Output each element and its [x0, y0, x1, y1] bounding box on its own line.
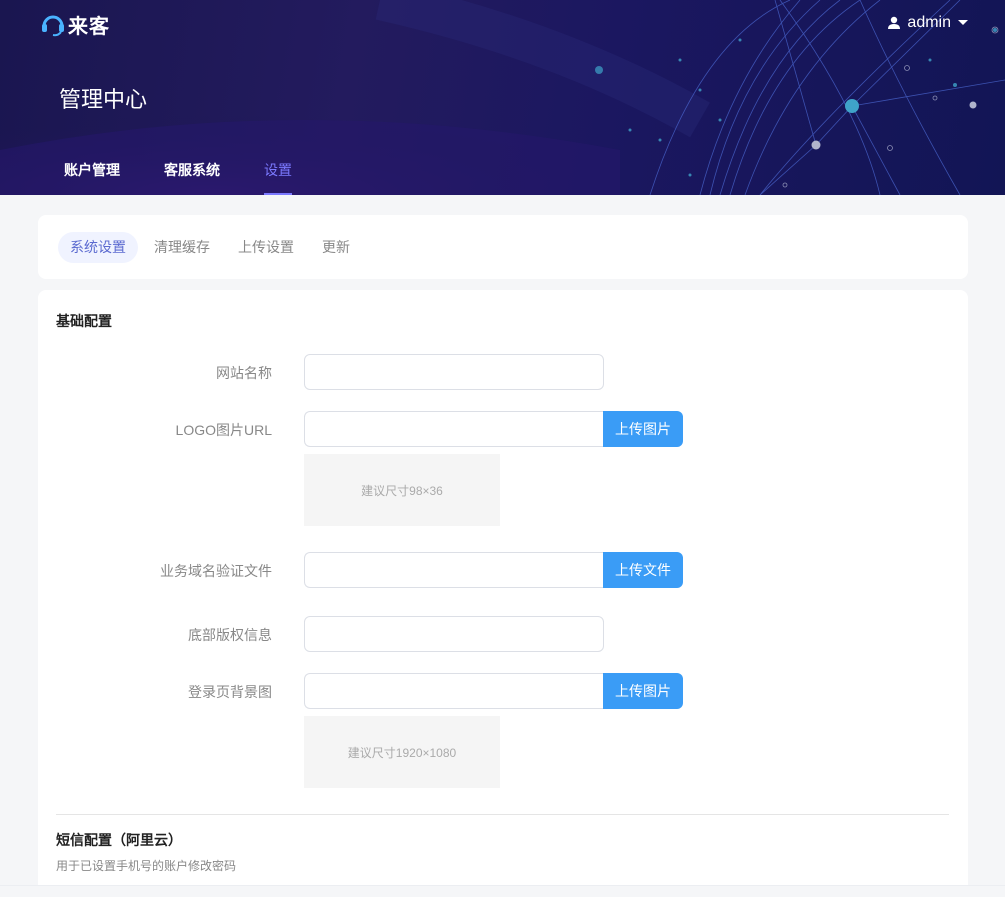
sms-description: 用于已设置手机号的账户修改密码 — [56, 859, 237, 873]
subtab-bar: 系统设置 清理缓存 上传设置 更新 — [58, 232, 366, 263]
header-banner: 来客 admin 管理中心 账户管理 客服系统 设置 — [0, 0, 1005, 195]
subtab-upload-settings[interactable]: 上传设置 — [226, 232, 306, 263]
domain-file-label: 业务域名验证文件 — [160, 563, 272, 579]
logo-preview[interactable]: 建议尺寸98×36 — [304, 454, 500, 526]
subtab-update[interactable]: 更新 — [310, 232, 362, 263]
user-icon — [888, 16, 901, 29]
upload-login-bg-button[interactable]: 上传图片 — [603, 673, 683, 709]
nav-item-customer-service[interactable]: 客服系统 — [164, 160, 220, 195]
copyright-label: 底部版权信息 — [188, 627, 272, 643]
page-title: 管理中心 — [59, 87, 148, 112]
site-name-label: 网站名称 — [216, 365, 272, 381]
domain-file-input[interactable] — [304, 552, 604, 588]
section-title-sms: 短信配置（阿里云） — [56, 832, 182, 848]
upload-file-button[interactable]: 上传文件 — [603, 552, 683, 588]
caret-down-icon — [958, 20, 968, 25]
brand-logo[interactable]: 来客 — [40, 10, 110, 38]
logo-url-input[interactable] — [304, 411, 604, 447]
bottom-strip — [0, 885, 1005, 897]
nav-item-accounts[interactable]: 账户管理 — [64, 160, 120, 195]
user-name: admin — [907, 14, 951, 31]
section-title-basic: 基础配置 — [56, 313, 112, 329]
main-nav: 账户管理 客服系统 设置 — [64, 160, 336, 195]
copyright-input[interactable] — [304, 616, 604, 652]
logo-url-label: LOGO图片URL — [175, 422, 272, 438]
login-bg-preview[interactable]: 建议尺寸1920×1080 — [304, 716, 500, 788]
site-name-input[interactable] — [304, 354, 604, 390]
user-menu[interactable]: admin — [887, 13, 969, 33]
settings-card: 基础配置 网站名称 LOGO图片URL 上传图片 建议尺寸98×36 业务域名验… — [38, 290, 968, 897]
upload-logo-button[interactable]: 上传图片 — [603, 411, 683, 447]
login-bg-label: 登录页背景图 — [188, 684, 272, 700]
brand-name: 来客 — [68, 13, 110, 38]
nav-item-settings[interactable]: 设置 — [264, 160, 292, 195]
subtab-system-settings[interactable]: 系统设置 — [58, 232, 138, 263]
section-divider — [56, 814, 949, 815]
headset-icon — [42, 15, 64, 37]
subtab-card: 系统设置 清理缓存 上传设置 更新 — [38, 215, 968, 279]
login-bg-input[interactable] — [304, 673, 604, 709]
subtab-clear-cache[interactable]: 清理缓存 — [142, 232, 222, 263]
